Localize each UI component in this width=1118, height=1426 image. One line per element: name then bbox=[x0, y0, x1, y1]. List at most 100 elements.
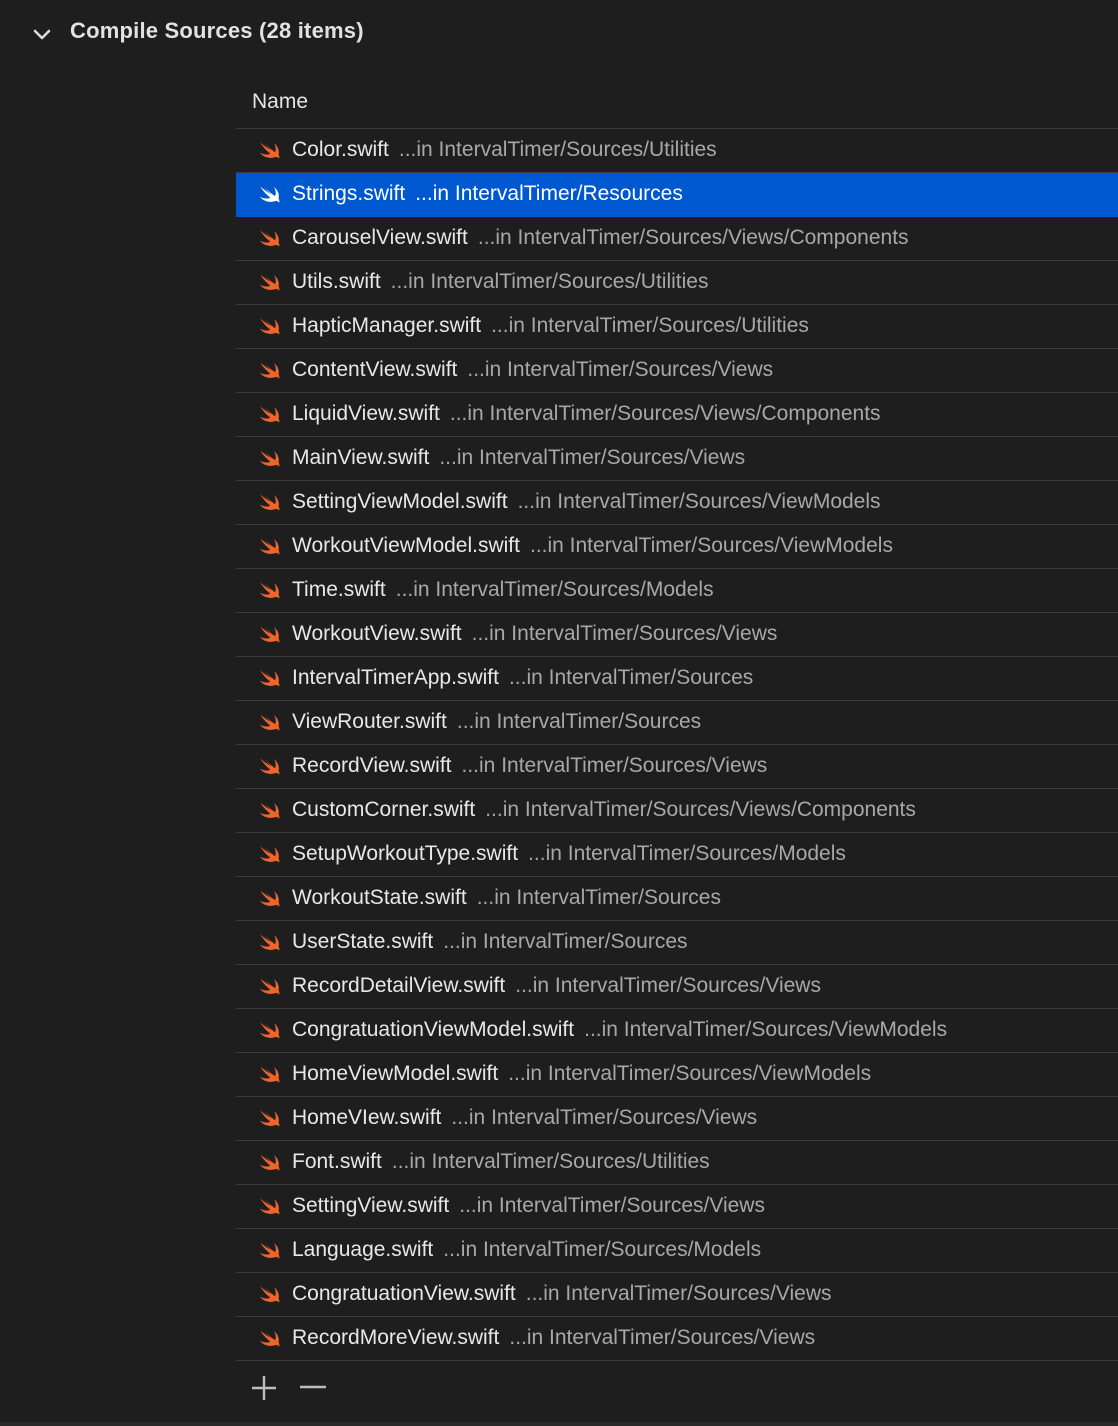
compile-sources-table: Name Color.swift ...in IntervalTimer/Sour… bbox=[236, 80, 1118, 1361]
file-name: HapticManager.swift bbox=[292, 314, 482, 337]
file-path: ...in IntervalTimer/Sources/Views/Compon… bbox=[477, 226, 909, 249]
file-row[interactable]: HomeViewModel.swift ...in IntervalTimer/S… bbox=[236, 1053, 1118, 1097]
swift-file-icon bbox=[259, 1286, 280, 1303]
file-name: RecordDetailView.swift bbox=[292, 974, 506, 997]
file-row[interactable]: Font.swift ...in IntervalTimer/Sources/Ut… bbox=[236, 1141, 1118, 1185]
file-row[interactable]: CustomCorner.swift ...in IntervalTimer/So… bbox=[236, 789, 1118, 833]
file-row[interactable]: RecordDetailView.swift ...in IntervalTime… bbox=[236, 965, 1118, 1009]
column-header-label: Name bbox=[252, 90, 309, 113]
file-path: ...in IntervalTimer/Sources/Views bbox=[509, 1326, 816, 1349]
swift-file-icon bbox=[259, 538, 280, 555]
file-path: ...in IntervalTimer/Sources bbox=[476, 886, 721, 909]
file-path: ...in IntervalTimer/Sources/Utilities bbox=[390, 270, 709, 293]
file-row[interactable]: CarouselView.swift ...in IntervalTimer/So… bbox=[236, 217, 1118, 261]
file-row[interactable]: SettingViewModel.swift ...in IntervalTime… bbox=[236, 481, 1118, 525]
file-path: ...in IntervalTimer/Sources/Models bbox=[395, 578, 714, 601]
swift-file-icon bbox=[259, 142, 280, 159]
file-path: ...in IntervalTimer/Sources bbox=[443, 930, 688, 953]
divider bbox=[0, 1422, 1118, 1426]
file-path: ...in IntervalTimer/Sources/Views/Compon… bbox=[449, 402, 881, 425]
swift-file-icon bbox=[259, 626, 280, 643]
file-name: RecordMoreView.swift bbox=[292, 1326, 500, 1349]
swift-file-icon bbox=[259, 1198, 280, 1215]
file-row[interactable]: RecordView.swift ...in IntervalTimer/Sour… bbox=[236, 745, 1118, 789]
file-path: ...in IntervalTimer/Sources/Views bbox=[451, 1106, 758, 1129]
file-path: ...in IntervalTimer/Sources/Views bbox=[467, 358, 774, 381]
file-path: ...in IntervalTimer/Sources/ViewModels bbox=[529, 534, 893, 557]
file-row[interactable]: HapticManager.swift ...in IntervalTimer/S… bbox=[236, 305, 1118, 349]
file-row[interactable]: ViewRouter.swift ...in IntervalTimer/Sour… bbox=[236, 701, 1118, 745]
file-row[interactable]: Color.swift ...in IntervalTimer/Sources/U… bbox=[236, 129, 1118, 173]
file-row[interactable]: ContentView.swift ...in IntervalTimer/Sou… bbox=[236, 349, 1118, 393]
file-path: ...in IntervalTimer/Sources/ViewModels bbox=[517, 490, 881, 513]
swift-file-icon bbox=[259, 450, 280, 467]
file-row[interactable]: Time.swift ...in IntervalTimer/Sources/Mo… bbox=[236, 569, 1118, 613]
file-name: SettingViewModel.swift bbox=[292, 490, 508, 513]
file-path: ...in IntervalTimer/Sources/Views bbox=[459, 1194, 765, 1217]
file-row[interactable]: SettingView.swift ...in IntervalTimer/Sou… bbox=[236, 1185, 1118, 1229]
file-row[interactable]: SetupWorkoutType.swift ...in IntervalTime… bbox=[236, 833, 1118, 877]
file-row[interactable]: HomeVIew.swift ...in IntervalTimer/Source… bbox=[236, 1097, 1118, 1141]
column-header-name[interactable]: Name bbox=[236, 80, 1118, 129]
swift-file-icon bbox=[259, 1066, 280, 1083]
file-name: ContentView.swift bbox=[292, 358, 458, 381]
swift-file-icon bbox=[259, 846, 280, 863]
file-name: SetupWorkoutType.swift bbox=[292, 842, 519, 865]
file-path: ...in IntervalTimer/Sources bbox=[456, 710, 702, 733]
file-name: LiquidView.swift bbox=[292, 402, 440, 425]
swift-file-icon bbox=[259, 582, 280, 599]
file-name: Time.swift bbox=[292, 578, 386, 601]
file-path: ...in IntervalTimer/Sources/Models bbox=[528, 842, 846, 865]
swift-file-icon bbox=[259, 1154, 280, 1171]
file-row[interactable]: IntervalTimerApp.swift ...in IntervalTime… bbox=[236, 657, 1118, 701]
file-row[interactable]: CongratuationViewModel.swift ...in Interv… bbox=[236, 1009, 1118, 1053]
file-path: ...in IntervalTimer/Sources bbox=[508, 666, 754, 689]
swift-file-icon bbox=[259, 978, 280, 995]
file-name: WorkoutView.swift bbox=[292, 622, 462, 645]
file-name: WorkoutState.swift bbox=[292, 886, 467, 909]
file-name: SettingView.swift bbox=[292, 1194, 450, 1217]
file-name: RecordView.swift bbox=[292, 754, 452, 777]
file-row[interactable]: LiquidView.swift ...in IntervalTimer/Sour… bbox=[236, 393, 1118, 437]
swift-file-icon bbox=[259, 714, 280, 731]
compile-sources-header[interactable]: Compile Sources (28 items) bbox=[0, 0, 1118, 70]
file-path: ...in IntervalTimer/Sources/ViewModels bbox=[584, 1018, 948, 1041]
file-name: ViewRouter.swift bbox=[292, 710, 447, 733]
file-row[interactable]: WorkoutView.swift ...in IntervalTimer/Sou… bbox=[236, 613, 1118, 657]
file-row[interactable]: Language.swift ...in IntervalTimer/Source… bbox=[236, 1229, 1118, 1273]
swift-file-icon bbox=[259, 362, 280, 379]
swift-file-icon bbox=[259, 1242, 280, 1259]
swift-file-icon bbox=[259, 1022, 280, 1039]
file-row[interactable]: MainView.swift ...in IntervalTimer/Source… bbox=[236, 437, 1118, 481]
file-name: CongratuationView.swift bbox=[292, 1282, 516, 1305]
swift-file-icon bbox=[259, 934, 280, 951]
swift-file-icon bbox=[259, 274, 280, 291]
file-name: Color.swift bbox=[292, 138, 389, 161]
file-name: WorkoutViewModel.swift bbox=[292, 534, 520, 557]
swift-file-icon bbox=[259, 406, 280, 423]
file-row[interactable]: CongratuationView.swift ...in IntervalTim… bbox=[236, 1273, 1118, 1317]
file-name: CongratuationViewModel.swift bbox=[292, 1018, 575, 1041]
file-row[interactable]: WorkoutState.swift ...in IntervalTimer/So… bbox=[236, 877, 1118, 921]
minus-icon[interactable] bbox=[294, 1368, 334, 1408]
file-row[interactable]: UserState.swift ...in IntervalTimer/Sourc… bbox=[236, 921, 1118, 965]
plus-icon[interactable] bbox=[244, 1368, 284, 1408]
file-row[interactable]: RecordMoreView.swift ...in IntervalTimer/… bbox=[236, 1317, 1118, 1361]
file-name: Utils.swift bbox=[292, 270, 381, 293]
swift-file-icon bbox=[259, 318, 280, 335]
file-name: HomeVIew.swift bbox=[292, 1106, 442, 1129]
file-path: ...in IntervalTimer/Sources/Views/Compon… bbox=[485, 798, 916, 821]
file-name: CustomCorner.swift bbox=[292, 798, 476, 821]
file-row[interactable]: WorkoutViewModel.swift ...in IntervalTime… bbox=[236, 525, 1118, 569]
swift-file-icon bbox=[259, 1330, 280, 1347]
file-row[interactable]: Strings.swift ...in IntervalTimer/Resourc… bbox=[236, 173, 1118, 217]
file-name: MainView.swift bbox=[292, 446, 430, 469]
file-name: Language.swift bbox=[292, 1238, 434, 1261]
chevron-down-icon[interactable] bbox=[32, 24, 52, 44]
swift-file-icon bbox=[259, 1110, 280, 1127]
file-path: ...in IntervalTimer/Sources/Views bbox=[439, 446, 746, 469]
file-name: IntervalTimerApp.swift bbox=[292, 666, 499, 689]
swift-file-icon bbox=[259, 802, 280, 819]
file-row[interactable]: Utils.swift ...in IntervalTimer/Sources/U… bbox=[236, 261, 1118, 305]
file-name: CarouselView.swift bbox=[292, 226, 468, 249]
